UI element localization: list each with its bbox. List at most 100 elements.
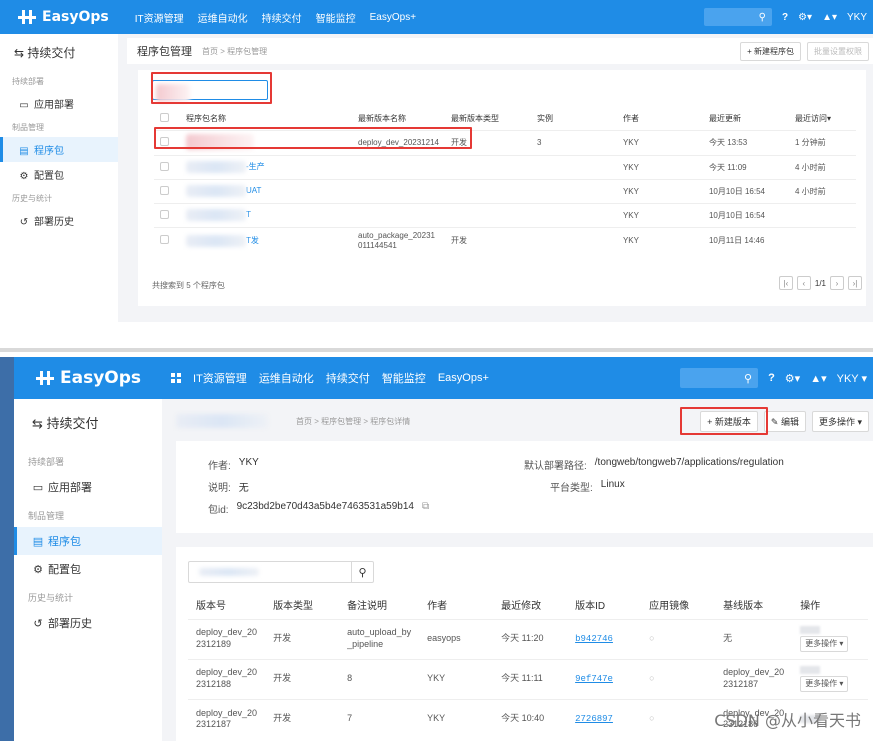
column-header[interactable]: 版本号 — [188, 591, 265, 619]
last-page-icon[interactable]: ›| — [848, 276, 862, 290]
global-search-input[interactable]: ⚲ — [680, 368, 759, 388]
breadcrumb[interactable]: 首页 > 程序包管理 — [202, 46, 267, 57]
package-name-link[interactable]: T发 — [246, 236, 259, 245]
version-type: 开发 — [265, 698, 340, 739]
new-package-button[interactable]: + 新建程序包 — [740, 41, 801, 61]
table-row[interactable]: -生产 YKY 今天 11:09 4 小时前 — [154, 154, 856, 179]
easyops-logo[interactable]: EasyOps — [18, 8, 109, 26]
user-menu[interactable]: YKY — [847, 12, 867, 23]
edit-button[interactable]: ✎ 编辑 — [763, 410, 806, 432]
next-page-icon[interactable]: › — [830, 276, 844, 290]
column-header[interactable]: 最近修改 — [493, 591, 567, 619]
row-more-actions-button[interactable]: 更多操作 ▾ — [800, 675, 849, 693]
help-icon[interactable]: ? — [768, 372, 775, 384]
sort-icon: ▾ — [826, 114, 831, 124]
column-header[interactable]: 最新版本名称 — [352, 108, 445, 130]
apps-grid-icon[interactable] — [171, 373, 182, 383]
more-actions-button[interactable]: 更多操作 ▾ — [811, 410, 869, 432]
version-link[interactable]: deploy_dev_20 2312188 — [188, 658, 266, 699]
package-name-link[interactable]: -生产 — [246, 162, 265, 171]
batch-permission-button[interactable]: 批量设置权限 — [807, 41, 869, 61]
version-id-link[interactable]: 2726897 — [575, 714, 613, 724]
nav-monitoring[interactable]: 智能监控 — [316, 10, 356, 25]
copy-icon[interactable]: ⧉ — [422, 501, 429, 516]
select-all-checkbox[interactable] — [160, 113, 169, 123]
row-checkbox[interactable] — [160, 137, 169, 146]
table-row[interactable]: UAT YKY 10月10日 16:54 4 小时前 — [154, 178, 856, 203]
nav-continuous-delivery[interactable]: 持续交付 — [262, 10, 302, 25]
user-menu[interactable]: YKY ▾ — [837, 372, 867, 385]
sidebar-item-app-deploy[interactable]: ▭ 应用部署 — [0, 91, 118, 116]
nav-monitoring[interactable]: 智能监控 — [382, 370, 426, 386]
column-header[interactable]: 最近更新 — [703, 108, 789, 130]
nav-it-resource[interactable]: IT资源管理 — [193, 370, 247, 386]
topbar-right: ⚲ ? ⚙▾ ▲▾ YKY ▾ — [680, 368, 867, 388]
sidebar-item-deploy-history[interactable]: ↺ 部署历史 — [0, 208, 118, 233]
column-header[interactable]: 最近访问▾ — [789, 108, 856, 130]
package-name-link[interactable]: UAT — [246, 186, 261, 195]
table-row[interactable]: deploy_dev_20231214 开发 3 YKY 今天 13:53 1 … — [154, 129, 856, 155]
sidebar-item-config-packages[interactable]: ⚙ 配置包 — [14, 555, 162, 583]
settings-icon[interactable]: ⚙▾ — [785, 372, 800, 385]
column-header[interactable]: 应用镜像 — [641, 591, 715, 619]
row-checkbox[interactable] — [160, 209, 169, 219]
nav-easyops-plus[interactable]: EasyOps+ — [438, 372, 489, 384]
row-checkbox[interactable] — [160, 235, 169, 245]
topbar-right: ⚲ ? ⚙▾ ▲▾ YKY — [703, 8, 867, 26]
redacted-package-name — [186, 161, 246, 173]
table-row[interactable]: T YKY 10月10日 16:54 — [154, 202, 856, 227]
column-header[interactable]: 版本类型 — [265, 591, 339, 619]
settings-icon[interactable]: ⚙▾ — [798, 12, 812, 23]
prev-page-icon[interactable]: ‹ — [796, 276, 811, 290]
column-header[interactable]: 作者 — [419, 591, 493, 619]
sidebar-item-packages[interactable]: ▤ 程序包 — [14, 527, 162, 555]
version-id-link[interactable]: 9ef747e — [575, 674, 613, 684]
version-search-input[interactable]: ⚲ — [188, 561, 374, 583]
search-icon: ⚲ — [744, 372, 753, 385]
column-header[interactable]: 备注说明 — [339, 591, 419, 619]
main-nav: IT资源管理 运维自动化 持续交付 智能监控 EasyOps+ — [171, 370, 489, 386]
version-link[interactable]: deploy_dev_20 2312189 — [188, 618, 266, 659]
description-row: 说明: 无 — [208, 483, 249, 494]
column-header[interactable]: 作者 — [617, 108, 703, 130]
sidebar-item-config-packages[interactable]: ⚙ 配置包 — [0, 162, 118, 187]
column-header[interactable]: 程序包名称 — [180, 108, 352, 130]
global-search-input[interactable]: ⚲ — [703, 8, 772, 26]
table-row[interactable]: T发 auto_package_20231011144541 开发 YKY 10… — [154, 226, 856, 255]
column-header[interactable]: 最新版本类型 — [445, 108, 531, 130]
nav-ops-automation[interactable]: 运维自动化 — [259, 370, 314, 386]
logo-icon — [18, 8, 36, 26]
table-row[interactable]: deploy_dev_20 2312188 开发 8 YKY 今天 11:11 … — [188, 658, 868, 699]
column-header[interactable]: 实例 — [531, 108, 617, 130]
sidebar-item-deploy-history[interactable]: ↺ 部署历史 — [14, 609, 162, 637]
version-link[interactable]: deploy_dev_20 2312187 — [188, 698, 266, 739]
breadcrumb[interactable]: 首页 > 程序包管理 > 程序包详情 — [296, 416, 410, 427]
instance-count[interactable]: 3 — [530, 129, 617, 155]
nav-easyops-plus[interactable]: EasyOps+ — [370, 12, 416, 23]
new-version-button[interactable]: + 新建版本 — [700, 410, 758, 432]
first-page-icon[interactable]: |‹ — [778, 276, 793, 290]
row-more-actions-button[interactable]: 更多操作 ▾ — [800, 635, 849, 653]
row-checkbox[interactable] — [160, 185, 169, 195]
search-icon[interactable]: ⚲ — [351, 562, 373, 582]
version-id-link[interactable]: b942746 — [575, 634, 613, 644]
nav-continuous-delivery[interactable]: 持续交付 — [326, 370, 370, 386]
table-row[interactable]: deploy_dev_20 2312189 开发 auto_upload_by … — [188, 618, 868, 659]
sidebar-item-packages[interactable]: ▤ 程序包 — [0, 137, 118, 162]
nav-it-resource[interactable]: IT资源管理 — [135, 10, 184, 25]
easyops-logo[interactable]: EasyOps — [36, 368, 141, 388]
baseline-version-link[interactable]: deploy_dev_20 2312187 — [715, 658, 793, 699]
package-name-link[interactable]: T — [246, 210, 251, 219]
nav-ops-automation[interactable]: 运维自动化 — [198, 10, 248, 25]
platform-row: 平台类型: Linux — [550, 479, 625, 494]
main-nav: IT资源管理 运维自动化 持续交付 智能监控 EasyOps+ — [135, 10, 416, 25]
version-type — [444, 202, 531, 227]
row-checkbox[interactable] — [160, 161, 169, 171]
last-modified: 今天 11:11 — [493, 658, 568, 699]
bell-icon[interactable]: ▲▾ — [822, 12, 837, 23]
column-header[interactable]: 版本ID — [567, 591, 641, 619]
help-icon[interactable]: ? — [782, 12, 788, 23]
column-header[interactable]: 基线版本 — [715, 591, 792, 619]
bell-icon[interactable]: ▲▾ — [810, 372, 826, 385]
sidebar-item-app-deploy[interactable]: ▭ 应用部署 — [14, 473, 162, 501]
